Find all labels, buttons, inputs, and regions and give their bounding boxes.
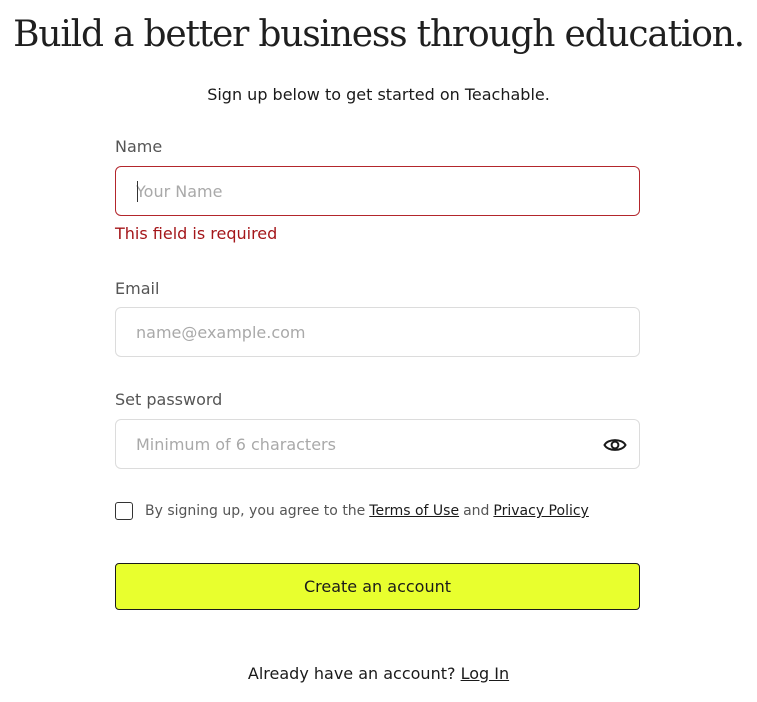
login-prompt-text: Already have an account? xyxy=(247,664,456,683)
text-caret xyxy=(137,181,138,202)
email-input[interactable] xyxy=(116,308,576,356)
name-input[interactable] xyxy=(116,167,576,215)
consent-text: By signing up, you agree to the xyxy=(145,503,366,519)
terms-consent-row: By signing up, you agree to the Terms of… xyxy=(115,500,640,522)
eye-icon[interactable] xyxy=(603,434,627,456)
terms-of-use-link[interactable]: Terms of Use xyxy=(369,503,459,519)
consent-conjunction: and xyxy=(463,503,490,519)
name-label: Name xyxy=(115,137,163,156)
email-field-wrapper xyxy=(115,307,640,357)
log-in-link[interactable]: Log In xyxy=(461,664,510,683)
privacy-policy-link[interactable]: Privacy Policy xyxy=(493,503,588,519)
password-input[interactable] xyxy=(116,420,576,468)
login-prompt-row: Already have an account? Log In xyxy=(0,664,757,683)
password-label: Set password xyxy=(115,390,223,409)
page-headline: Build a better business through educatio… xyxy=(13,14,745,55)
password-field-wrapper xyxy=(115,419,640,469)
name-error-message: This field is required xyxy=(115,224,278,243)
page-subheadline: Sign up below to get started on Teachabl… xyxy=(207,85,550,104)
email-label: Email xyxy=(115,279,160,298)
terms-checkbox[interactable] xyxy=(115,502,133,520)
create-account-button[interactable]: Create an account xyxy=(115,563,640,610)
name-field-wrapper xyxy=(115,166,640,216)
